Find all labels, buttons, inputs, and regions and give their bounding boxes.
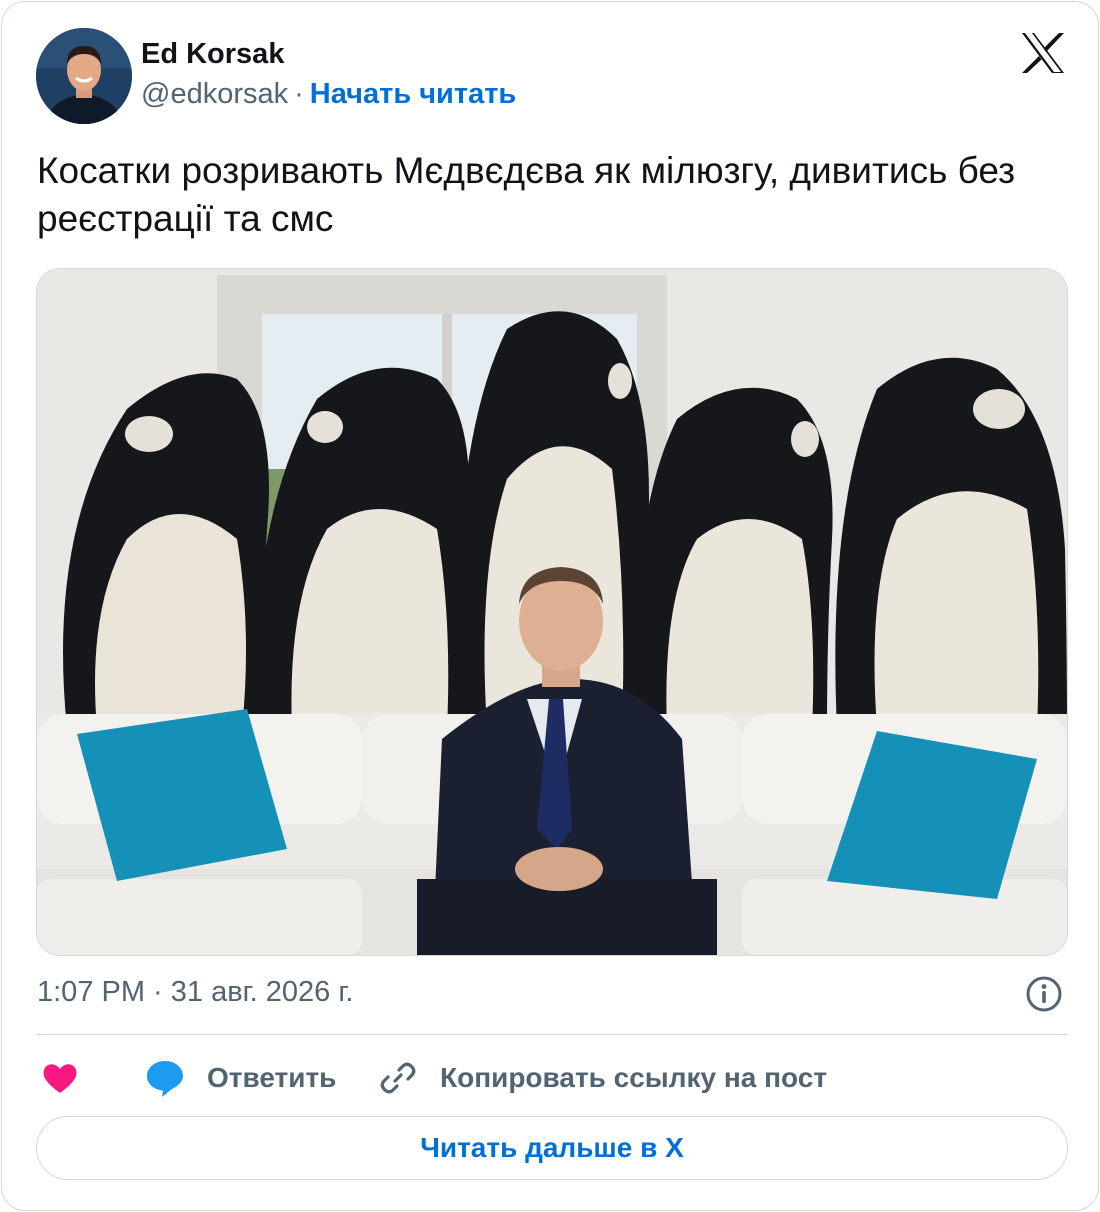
heart-icon	[43, 1064, 77, 1093]
author-handle-row: @edkorsak · Начать читать	[141, 76, 516, 112]
follow-link[interactable]: Начать читать	[310, 78, 516, 110]
info-icon[interactable]	[1025, 975, 1063, 1013]
like-button[interactable]	[40, 1056, 80, 1100]
copy-link-button[interactable]: Копировать ссылку на пост	[378, 1056, 827, 1100]
reply-label: Ответить	[207, 1062, 337, 1093]
read-more-button[interactable]: Читать дальше в X	[36, 1116, 1068, 1180]
author-name[interactable]: Ed Korsak	[141, 36, 284, 72]
copy-link-label: Копировать ссылку на пост	[440, 1062, 828, 1093]
divider	[36, 1034, 1068, 1035]
orca-figure-5	[835, 357, 1067, 729]
separator-dot: ·	[294, 78, 304, 110]
tweet-text: Косатки розривають Мєдвєдєва як мілюзгу,…	[37, 150, 1016, 239]
avatar[interactable]	[36, 28, 132, 124]
speech-bubble-icon	[147, 1061, 183, 1097]
reply-button[interactable]: Ответить	[145, 1056, 336, 1100]
tweet-card: Ed Korsak @edkorsak · Начать читать Косатк…	[1, 1, 1099, 1211]
x-logo-icon[interactable]	[1020, 32, 1066, 74]
tweet-media-image[interactable]	[36, 268, 1068, 956]
link-icon	[380, 1062, 416, 1094]
author-handle[interactable]: @edkorsak	[141, 78, 288, 110]
tweet-timestamp[interactable]: 1:07 PM · 31 авг. 2026 г.	[37, 974, 353, 1010]
